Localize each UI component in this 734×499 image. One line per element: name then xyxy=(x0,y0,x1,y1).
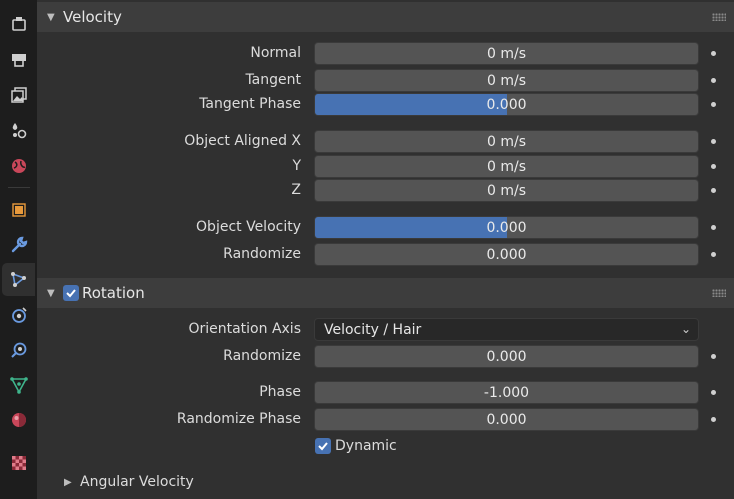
randomize-phase-field[interactable]: 0.000 xyxy=(314,408,699,431)
tangent-field[interactable]: 0 m/s xyxy=(314,69,699,92)
rotation-enable-checkbox[interactable] xyxy=(63,285,79,301)
tool-icon xyxy=(11,16,26,31)
keyframe-dot-icon[interactable] xyxy=(711,354,716,359)
keyframe-dot-icon[interactable] xyxy=(711,252,716,257)
dynamic-label[interactable]: Dynamic xyxy=(335,438,397,454)
keyframe-dot-icon[interactable] xyxy=(711,139,716,144)
keyframe-dot-icon[interactable] xyxy=(711,188,716,193)
orientation-axis-dropdown[interactable]: Velocity / Hair ⌄ xyxy=(314,318,699,341)
field-value: 0.000 xyxy=(486,96,527,113)
image-stack-icon xyxy=(10,86,27,103)
object-aligned-z-field[interactable]: 0 m/s xyxy=(314,179,699,202)
constraints-icon xyxy=(10,342,26,358)
panel-title: Rotation xyxy=(82,284,145,302)
collapse-arrow-icon[interactable]: ▼ xyxy=(47,288,55,299)
texture-checker-icon xyxy=(11,455,26,470)
field-value: 0.000 xyxy=(486,348,527,365)
world-icon xyxy=(11,158,26,173)
collapse-arrow-icon[interactable]: ▼ xyxy=(47,12,55,23)
dynamic-checkbox[interactable] xyxy=(315,438,331,454)
wrench-icon xyxy=(11,236,27,252)
field-label: Phase xyxy=(259,384,301,400)
field-label: Tangent xyxy=(245,72,301,88)
particles-icon xyxy=(10,271,26,287)
checkmark-icon xyxy=(318,442,328,451)
tab-constraints[interactable] xyxy=(2,333,35,366)
tab-data[interactable] xyxy=(2,368,35,401)
tab-physics[interactable] xyxy=(2,298,35,331)
object-aligned-x-field[interactable]: 0 m/s xyxy=(314,130,699,153)
keyframe-dot-icon[interactable] xyxy=(711,390,716,395)
tab-render[interactable] xyxy=(2,42,35,75)
drag-grip-icon[interactable] xyxy=(712,13,726,21)
keyframe-dot-icon[interactable] xyxy=(711,51,716,56)
field-label: Randomize Phase xyxy=(176,411,301,427)
rotation-panel-header[interactable]: ▼ Rotation xyxy=(37,278,734,308)
field-label: Z xyxy=(291,182,301,198)
mesh-data-icon xyxy=(9,376,28,394)
tab-modifiers[interactable] xyxy=(2,228,35,261)
object-velocity-slider[interactable]: 0.000 xyxy=(314,216,699,239)
keyframe-dot-icon[interactable] xyxy=(711,417,716,422)
field-label: Orientation Axis xyxy=(188,321,301,337)
field-value: 0 m/s xyxy=(486,72,526,89)
tab-particles[interactable] xyxy=(2,263,35,296)
tab-material[interactable] xyxy=(2,403,35,436)
field-label: Y xyxy=(292,158,301,174)
tab-texture[interactable] xyxy=(2,446,35,479)
velocity-randomize-field[interactable]: 0.000 xyxy=(314,243,699,266)
properties-tab-strip xyxy=(0,0,37,499)
field-label: Randomize xyxy=(223,246,301,262)
tab-output[interactable] xyxy=(2,78,35,111)
view-layer-icon xyxy=(12,122,26,138)
field-value: 0 m/s xyxy=(486,45,526,62)
rotation-randomize-field[interactable]: 0.000 xyxy=(314,345,699,368)
keyframe-dot-icon[interactable] xyxy=(711,102,716,107)
panel-title: Velocity xyxy=(63,8,122,26)
dropdown-value: Velocity / Hair xyxy=(324,321,422,338)
field-value: 0 m/s xyxy=(486,133,526,150)
checkmark-icon xyxy=(66,289,76,298)
field-label: Object Aligned X xyxy=(184,133,301,149)
keyframe-dot-icon[interactable] xyxy=(711,164,716,169)
object-aligned-y-field[interactable]: 0 m/s xyxy=(314,155,699,178)
material-icon xyxy=(11,412,26,427)
field-value: -1.000 xyxy=(483,384,530,401)
tab-scene[interactable] xyxy=(2,149,35,182)
tab-view-layer[interactable] xyxy=(2,113,35,146)
drag-grip-icon[interactable] xyxy=(712,289,726,297)
field-value: 0.000 xyxy=(486,246,527,263)
field-value: 0 m/s xyxy=(486,182,526,199)
tangent-phase-slider[interactable]: 0.000 xyxy=(314,93,699,116)
printer-icon xyxy=(11,53,26,67)
field-label: Randomize xyxy=(223,348,301,364)
keyframe-dot-icon[interactable] xyxy=(711,225,716,230)
object-icon xyxy=(11,202,26,217)
tab-separator xyxy=(8,187,30,188)
properties-main: ▼ Velocity Normal 0 m/s Tangent 0 m/s Ta… xyxy=(37,0,734,499)
field-value: 0 m/s xyxy=(486,158,526,175)
field-label: Object Velocity xyxy=(196,219,301,235)
tab-tool[interactable] xyxy=(2,7,35,40)
velocity-panel-header[interactable]: ▼ Velocity xyxy=(37,2,734,32)
phase-field[interactable]: -1.000 xyxy=(314,381,699,404)
normal-field[interactable]: 0 m/s xyxy=(314,42,699,65)
tab-object[interactable] xyxy=(2,193,35,226)
expand-arrow-icon[interactable]: ▶ xyxy=(64,477,72,488)
angular-velocity-subpanel-header[interactable]: ▶ Angular Velocity xyxy=(37,471,734,497)
field-value: 0.000 xyxy=(486,219,527,236)
chevron-down-icon: ⌄ xyxy=(680,322,691,336)
field-label: Tangent Phase xyxy=(199,96,301,112)
field-label: Normal xyxy=(250,45,301,61)
physics-icon xyxy=(11,306,27,323)
field-value: 0.000 xyxy=(486,411,527,428)
keyframe-dot-icon[interactable] xyxy=(711,78,716,83)
subpanel-title: Angular Velocity xyxy=(80,474,194,490)
